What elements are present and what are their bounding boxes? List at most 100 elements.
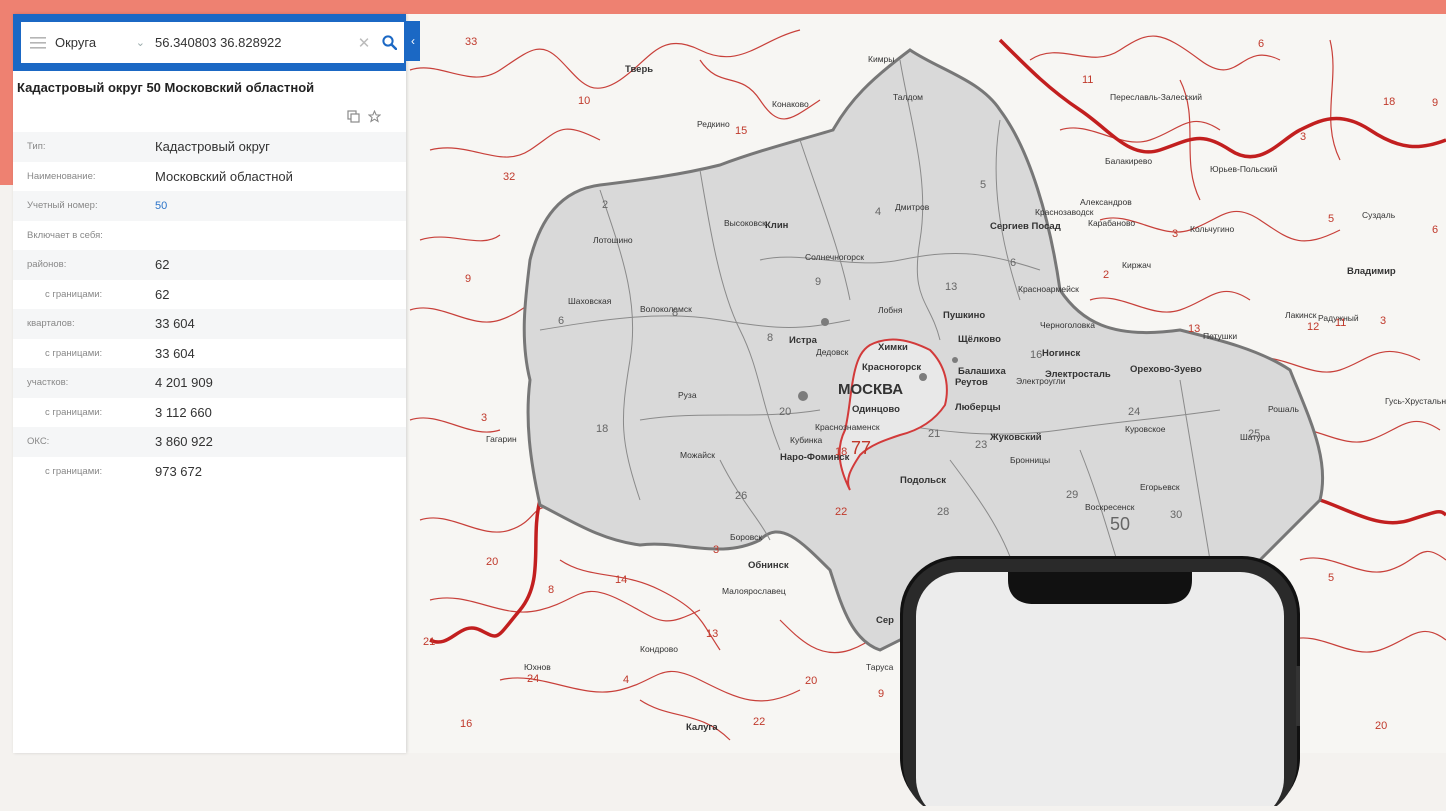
property-value-link[interactable]: 50 <box>155 200 167 212</box>
svg-text:3: 3 <box>1300 131 1306 143</box>
svg-text:4: 4 <box>875 206 881 218</box>
svg-text:2: 2 <box>1103 269 1109 281</box>
city-dmitrov: Дмитров <box>895 202 930 212</box>
property-row: Тип: Кадастровый округ <box>13 132 406 162</box>
city-reutov: Реутов <box>955 377 988 388</box>
city-pushkino: Пушкино <box>943 310 985 321</box>
svg-text:5: 5 <box>1328 213 1334 225</box>
svg-text:3: 3 <box>713 544 719 556</box>
panel-title: Кадастровый округ 50 Московский областно… <box>17 80 315 95</box>
svg-text:26: 26 <box>735 490 747 502</box>
city-zhukovsky: Жуковский <box>989 432 1042 443</box>
svg-text:14: 14 <box>615 574 627 586</box>
property-value: 973 672 <box>155 463 202 479</box>
favorite-star-icon[interactable] <box>367 109 382 126</box>
svg-text:9: 9 <box>878 688 884 700</box>
city-balashikha: Балашиха <box>958 366 1006 377</box>
search-icon[interactable] <box>374 35 404 50</box>
city-klin: Клин <box>765 220 789 231</box>
property-row: с границами: 973 672 <box>13 457 406 487</box>
svg-text:9: 9 <box>465 273 471 285</box>
city-krasnogorsk: Красногорск <box>862 362 921 373</box>
city-pereslavl: Переславль-Залесский <box>1110 92 1202 102</box>
property-row: с границами: 33 604 <box>13 339 406 369</box>
svg-text:11: 11 <box>1335 317 1346 329</box>
city-yuryev: Юрьев-Польский <box>1210 164 1278 174</box>
svg-text:8: 8 <box>767 332 773 344</box>
svg-text:20: 20 <box>779 406 791 418</box>
svg-text:15: 15 <box>735 125 747 137</box>
svg-text:10: 10 <box>578 95 590 107</box>
city-dedovsk: Дедовск <box>816 347 849 357</box>
city-tarusa: Таруса <box>866 662 894 672</box>
svg-text:13: 13 <box>1188 323 1200 335</box>
city-roshal: Рошаль <box>1268 404 1300 414</box>
city-krasnoarmeysk: Красноармейск <box>1018 284 1079 294</box>
svg-text:12: 12 <box>1307 321 1319 333</box>
panel-actions <box>347 109 382 126</box>
moscow-label: МОСКВА <box>838 381 903 398</box>
city-vysokovsk: Высоковск <box>724 218 766 228</box>
coordinates-search-input[interactable] <box>155 35 354 50</box>
property-value: 33 604 <box>155 345 195 361</box>
city-tver: Тверь <box>625 64 653 75</box>
property-key: Наименование: <box>27 170 96 182</box>
collapse-panel-button[interactable]: ‹ <box>406 21 420 61</box>
svg-text:3: 3 <box>481 412 487 424</box>
property-value: Кадастровый округ <box>155 139 270 155</box>
property-row: Включает в себя: <box>13 221 406 251</box>
svg-text:29: 29 <box>1066 489 1078 501</box>
city-noginsk: Ногинск <box>1042 348 1080 359</box>
property-key: Учетный номер: <box>27 200 98 212</box>
region-number: 50 <box>1110 514 1130 534</box>
city-istra: Истра <box>789 335 818 346</box>
svg-text:25: 25 <box>1248 428 1260 440</box>
city-gus: Гусь-Хрустальный <box>1385 396 1446 406</box>
city-kurovskoe: Куровское <box>1125 424 1166 434</box>
city-voskresensk: Воскресенск <box>1085 502 1135 512</box>
city-podolsk: Подольск <box>900 475 946 486</box>
svg-text:6: 6 <box>558 315 564 327</box>
svg-text:9: 9 <box>1432 97 1438 109</box>
svg-text:6: 6 <box>1010 257 1016 269</box>
city-yukhnov: Юхнов <box>524 662 551 672</box>
city-kubinka: Кубинка <box>790 435 823 445</box>
city-borovsk: Боровск <box>730 532 762 542</box>
clear-icon[interactable]: ✕ <box>354 34 374 52</box>
svg-text:20: 20 <box>486 556 498 568</box>
city-petushki: Петушки <box>1203 331 1237 341</box>
property-row: участков: 4 201 909 <box>13 368 406 398</box>
city-obninsk: Обнинск <box>748 560 789 571</box>
property-key: кварталов: <box>27 318 75 330</box>
city-serpukhov: Сер <box>876 615 894 626</box>
city-kondrovo: Кондрово <box>640 644 678 654</box>
svg-text:11: 11 <box>1082 74 1093 86</box>
phone-mockup <box>900 556 1300 811</box>
svg-text:16: 16 <box>1030 349 1042 361</box>
svg-text:21: 21 <box>928 428 940 440</box>
city-sergiev-posad: Сергиев Посад <box>990 221 1061 232</box>
city-balakirevo: Балакирево <box>1105 156 1152 166</box>
city-krasnoznamensk: Краснознаменск <box>815 422 880 432</box>
svg-text:21: 21 <box>423 636 435 648</box>
property-key: участков: <box>27 377 69 389</box>
copy-icon[interactable] <box>347 110 360 126</box>
city-lakinsk: Лакинск <box>1285 310 1317 320</box>
region-type-select[interactable]: Округа ⌄ <box>55 35 155 50</box>
svg-text:3: 3 <box>1380 315 1386 327</box>
property-key: с границами: <box>45 406 103 418</box>
property-row: ОКС: 3 860 922 <box>13 427 406 457</box>
property-key: Включает в себя: <box>27 229 103 241</box>
menu-icon[interactable] <box>21 22 55 63</box>
svg-text:8: 8 <box>548 584 554 596</box>
svg-text:22: 22 <box>835 506 847 518</box>
svg-text:24: 24 <box>1128 406 1140 418</box>
city-lyubertsy: Люберцы <box>955 402 1001 413</box>
svg-text:6: 6 <box>1258 38 1264 50</box>
city-yegoryevsk: Егорьевск <box>1140 482 1180 492</box>
city-solnechnogorsk: Солнечногорск <box>805 252 864 262</box>
svg-text:13: 13 <box>945 281 957 293</box>
city-orekhovo: Орехово-Зуево <box>1130 364 1202 375</box>
svg-text:18: 18 <box>596 423 608 435</box>
city-suzdal: Суздаль <box>1362 210 1396 220</box>
